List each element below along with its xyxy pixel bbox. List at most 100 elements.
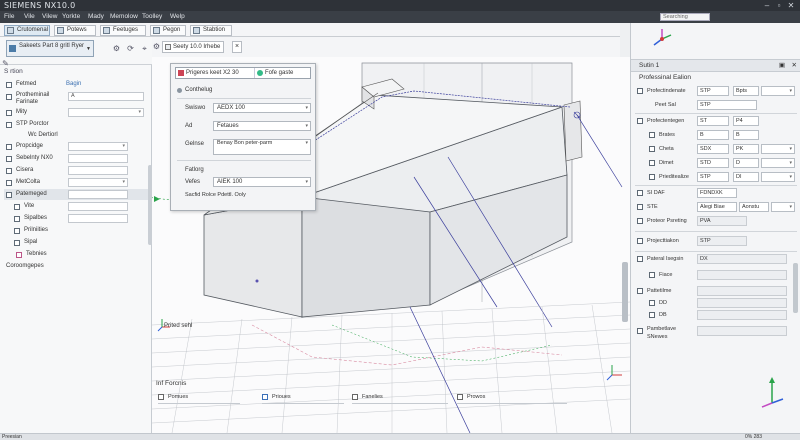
pin-icon[interactable]: ⌖	[140, 44, 149, 53]
filter-item[interactable]: Prioues	[262, 393, 291, 401]
checkbox[interactable]	[6, 168, 12, 174]
property-field[interactable]: Bpts	[733, 86, 759, 96]
dialog-header[interactable]: Prigeres keet X2 30 Fofe gaste	[175, 67, 311, 79]
checkbox[interactable]	[457, 394, 463, 400]
checkbox[interactable]	[649, 312, 655, 318]
checkbox[interactable]	[637, 190, 643, 196]
property-field[interactable]	[697, 310, 787, 320]
checkbox[interactable]	[6, 82, 12, 88]
checkbox[interactable]	[6, 192, 12, 198]
list-item[interactable]: Propcidge ▾	[4, 141, 148, 152]
row-field[interactable]	[68, 154, 128, 163]
property-field[interactable]: DI	[733, 172, 759, 182]
property-field[interactable]: STD	[697, 158, 729, 168]
property-field[interactable]: Alegi Biae	[697, 202, 737, 212]
filter-item[interactable]: Pomues	[158, 393, 188, 401]
property-field[interactable]: B	[733, 130, 759, 140]
tab-feetuges[interactable]: Feetuges	[100, 25, 146, 36]
filter-item[interactable]: Prowos	[457, 393, 485, 401]
tab-potews[interactable]: Potews	[54, 25, 96, 36]
list-item[interactable]: Cisera	[4, 165, 148, 176]
property-select[interactable]: ▾	[761, 86, 795, 96]
row-field[interactable]	[68, 202, 128, 211]
view-triad-icon[interactable]	[651, 25, 673, 47]
checkbox[interactable]	[14, 240, 20, 246]
dialog-select[interactable]: Benay Bon peter-parm ▾	[213, 139, 311, 155]
checkbox[interactable]	[6, 110, 12, 116]
close-view-button[interactable]: ×	[232, 41, 242, 53]
settings-icon[interactable]: ⚙	[112, 44, 121, 53]
property-field[interactable]: B	[697, 130, 729, 140]
property-select[interactable]: ▾	[761, 172, 795, 182]
menu-memolow[interactable]: Memolow	[110, 13, 138, 20]
property-field[interactable]: DX	[697, 254, 787, 264]
dialog-section[interactable]: Conthelug	[177, 84, 311, 96]
checkbox[interactable]	[649, 272, 655, 278]
dialog-select[interactable]: Fetaues ▾	[213, 121, 311, 131]
checkbox[interactable]	[649, 132, 655, 138]
dialog-section[interactable]: Fatlorg	[177, 164, 311, 176]
property-field[interactable]	[697, 326, 787, 336]
row-field[interactable]	[68, 214, 128, 223]
checkbox[interactable]	[14, 228, 20, 234]
row-field[interactable]	[68, 190, 128, 199]
property-field[interactable]: SDX	[697, 144, 729, 154]
list-item[interactable]: Fetmed Bagin	[4, 79, 148, 90]
property-field[interactable]: PK	[733, 144, 759, 154]
checkbox[interactable]	[262, 394, 268, 400]
list-item[interactable]: Sebelnty NX0	[4, 153, 148, 164]
dialog-type-selector[interactable]: Fofe gaste	[254, 68, 293, 78]
checkbox[interactable]	[6, 94, 12, 100]
list-item[interactable]: Prilniities	[4, 225, 148, 236]
menu-mady[interactable]: Mady	[88, 13, 104, 20]
checkbox[interactable]	[649, 174, 655, 180]
row-field[interactable]: ▾	[68, 108, 144, 117]
dialog-select[interactable]: AIEK 100 ▾	[213, 177, 311, 187]
checkbox[interactable]	[649, 160, 655, 166]
list-item[interactable]: Sipal	[4, 237, 148, 248]
scrollbar[interactable]	[793, 263, 798, 313]
row-field[interactable]	[68, 166, 128, 175]
property-field[interactable]: D	[733, 158, 759, 168]
property-field[interactable]: STP	[697, 236, 747, 246]
checkbox[interactable]	[637, 204, 643, 210]
menu-yorkte[interactable]: Yorkte	[62, 13, 80, 20]
checkbox[interactable]	[637, 328, 643, 334]
checkbox[interactable]	[637, 256, 643, 262]
property-field[interactable]	[697, 270, 787, 280]
checkbox[interactable]	[14, 204, 20, 210]
property-field[interactable]: STP	[697, 172, 729, 182]
list-item[interactable]: Tebnies	[4, 249, 148, 260]
property-field[interactable]: PVA	[697, 216, 747, 226]
checkbox[interactable]	[6, 122, 12, 128]
dialog-select[interactable]: AEDX 100 ▾	[213, 103, 311, 113]
command-search-input[interactable]: Searching	[660, 13, 710, 21]
part-selector[interactable]: Sakeets Part 8 gritl Ryer ▼	[6, 40, 94, 57]
property-field[interactable]: P4	[733, 116, 759, 126]
property-field[interactable]: FDNDXK	[697, 188, 737, 198]
list-item[interactable]: MetColta ▾	[4, 177, 148, 188]
menu-help[interactable]: Welp	[170, 13, 185, 20]
property-field[interactable]: ST	[697, 116, 729, 126]
checkbox[interactable]	[6, 156, 12, 162]
checkbox[interactable]	[637, 118, 643, 124]
list-item[interactable]: Coroomgepes	[4, 261, 148, 272]
maximize-icon[interactable]: ▫	[774, 1, 784, 10]
row-field[interactable]: ▾	[68, 142, 128, 151]
property-field[interactable]: Aonstu	[739, 202, 769, 212]
menu-vile[interactable]: Vile	[24, 13, 35, 20]
checkbox[interactable]	[352, 394, 358, 400]
property-select[interactable]: ▾	[761, 144, 795, 154]
list-item[interactable]: Sipalbes	[4, 213, 148, 224]
menu-view[interactable]: Vilew	[42, 13, 57, 20]
row-field[interactable]: A	[68, 92, 144, 101]
graphics-viewport[interactable]: Prigeres keet X2 30 Fofe gaste Conthelug…	[152, 57, 630, 433]
checkbox[interactable]	[6, 144, 12, 150]
checkbox[interactable]	[14, 216, 20, 222]
property-select[interactable]: ▾	[771, 202, 795, 212]
property-select[interactable]: ▾	[761, 158, 795, 168]
checkbox[interactable]	[637, 288, 643, 294]
tab-pegon[interactable]: Pegon	[150, 25, 186, 36]
property-field[interactable]	[697, 298, 787, 308]
tab-crutomenal[interactable]: Crutomenal	[4, 25, 50, 36]
